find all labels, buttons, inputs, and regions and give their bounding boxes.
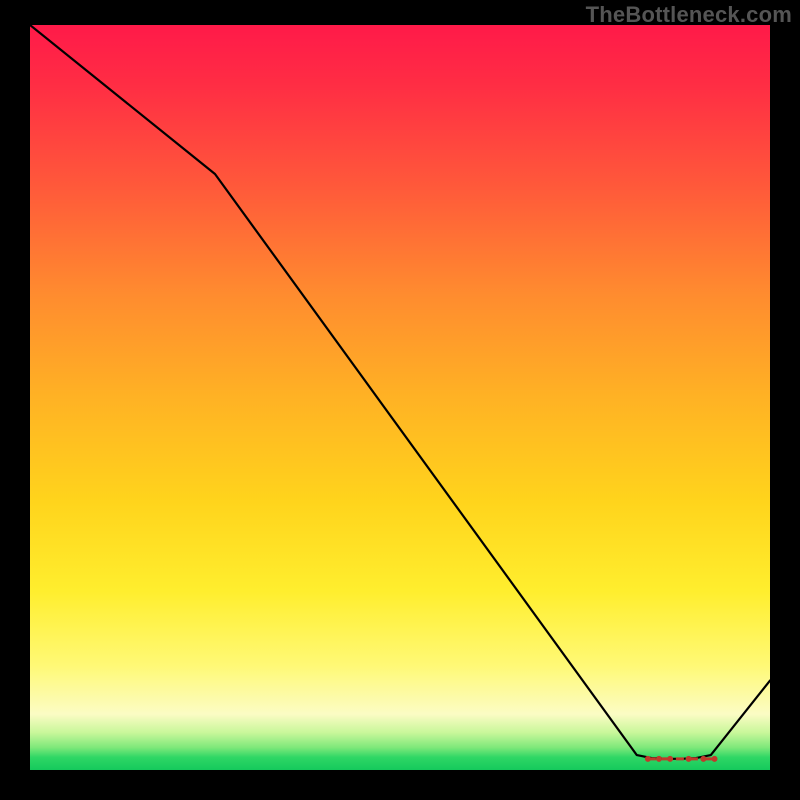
flat-zone-dot — [712, 756, 718, 762]
bottleneck-curve — [30, 25, 770, 759]
flat-zone-dot — [667, 756, 673, 762]
frame-border-right — [770, 0, 800, 800]
flat-zone-dot — [645, 756, 651, 762]
chart-svg — [30, 25, 770, 770]
flat-zone-dot — [656, 756, 662, 762]
plot-area — [30, 25, 770, 770]
chart-frame: TheBottleneck.com — [0, 0, 800, 800]
flat-zone-dot — [686, 756, 692, 762]
frame-border-left — [0, 0, 30, 800]
flat-zone-dot — [700, 756, 706, 762]
frame-border-bottom — [0, 770, 800, 800]
watermark-text: TheBottleneck.com — [586, 2, 792, 28]
